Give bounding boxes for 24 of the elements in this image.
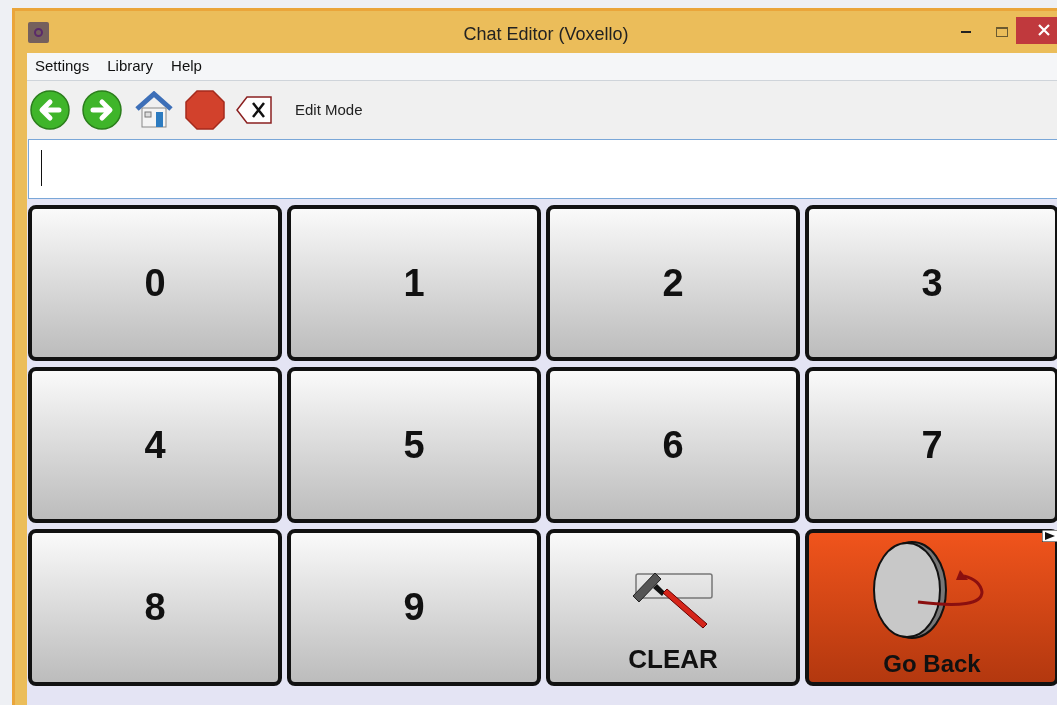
number-key[interactable]: 6 (546, 367, 800, 523)
number-key[interactable]: 3 (805, 205, 1057, 361)
number-key[interactable]: 0 (28, 205, 282, 361)
close-icon (1038, 24, 1050, 36)
home-icon[interactable] (133, 91, 175, 129)
number-key[interactable]: 7 (805, 367, 1057, 523)
app-logo-icon (28, 21, 49, 43)
menu-item[interactable]: Settings (35, 55, 90, 78)
message-input-field[interactable] (28, 139, 1057, 199)
number-key[interactable]: 4 (28, 367, 282, 523)
clear-button[interactable]: CLEAR (546, 529, 800, 686)
number-key[interactable]: 1 (287, 205, 541, 361)
play-marker-icon (1042, 530, 1057, 542)
backspace-icon[interactable] (235, 93, 273, 127)
number-key[interactable]: 9 (287, 529, 541, 686)
window-title: Chat Editor (Voxello) (462, 23, 630, 46)
menu-item[interactable]: Library (107, 55, 154, 78)
number-key[interactable]: 5 (287, 367, 541, 523)
menu-item[interactable]: Help (171, 55, 202, 78)
number-key[interactable]: 8 (28, 529, 282, 686)
close-button[interactable] (1016, 16, 1057, 44)
number-key[interactable]: 2 (546, 205, 800, 361)
edit-mode-label: Edit Mode (295, 99, 363, 120)
stop-sign-icon[interactable] (185, 90, 225, 130)
